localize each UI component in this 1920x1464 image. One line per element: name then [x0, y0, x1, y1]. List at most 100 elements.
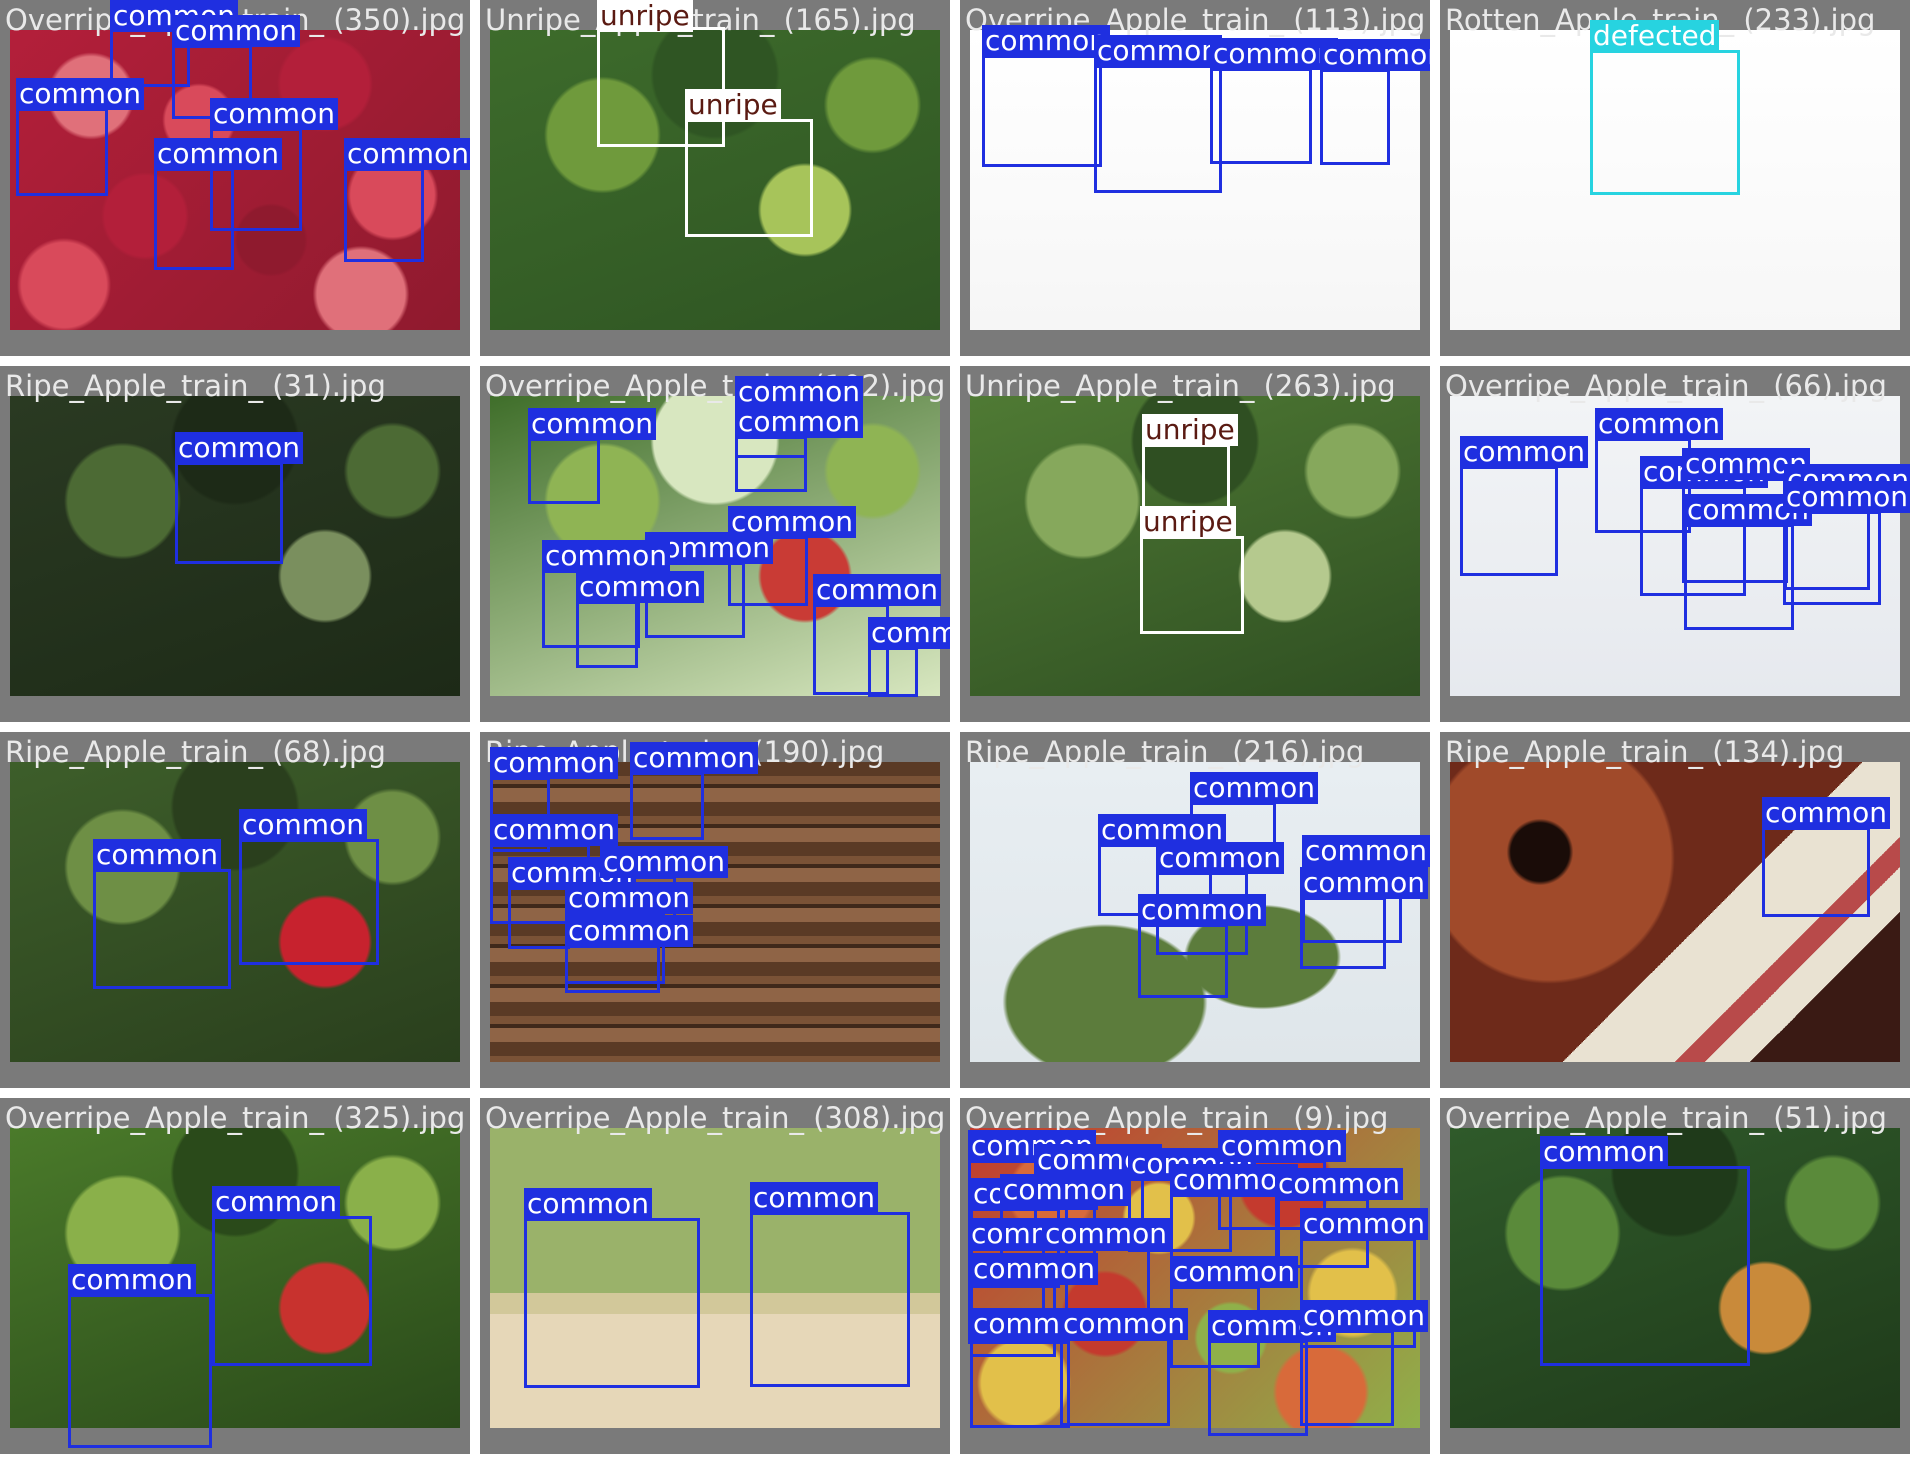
bounding-box [982, 55, 1102, 167]
detection-label: common [982, 25, 1110, 57]
image-filename: Overripe_Apple_train_ (308).jpg [485, 1101, 946, 1135]
bounding-box [16, 108, 108, 196]
detection-label: common [1460, 436, 1588, 468]
detection-label: unripe [1140, 506, 1236, 538]
detection-label: common [175, 432, 303, 464]
image-tile: Overripe_Apple_train_ (66).jpg common comm… [1440, 366, 1910, 722]
detection-label: common [735, 406, 863, 438]
detection-label: common [212, 1186, 340, 1218]
detection-label: unripe [685, 89, 781, 121]
image-tile: Overripe_Apple_train_ (350).jpgcommoncom… [0, 0, 470, 356]
image-filename: Overripe_Apple_train_ (102).jpg [485, 369, 946, 403]
bounding-box [524, 1218, 700, 1388]
detection-label: common [1060, 1308, 1188, 1340]
detection-label: common [868, 617, 950, 649]
bounding-box [528, 438, 600, 504]
detection-label: common [1170, 1256, 1298, 1288]
bounding-box [1094, 65, 1222, 193]
image-tile: Ripe_Apple_train_ (190).jpgcommoncommonc… [480, 732, 950, 1088]
photo [10, 762, 460, 1062]
detection-label: common [1320, 39, 1430, 71]
detection-label: common [1042, 1218, 1170, 1250]
bounding-box [1208, 1340, 1308, 1436]
bounding-box [1460, 466, 1558, 576]
detection-label: common [1094, 35, 1222, 67]
bounding-box [1762, 827, 1870, 917]
detection-label: common [68, 1264, 196, 1296]
image-tile: Unripe_Apple_train_ (263).jpg unripe unrip… [960, 366, 1430, 722]
detection-label: common [490, 814, 618, 846]
detection-label: common [1275, 1168, 1403, 1200]
image-tile: Overripe_Apple_train_ (102).jpg common com… [480, 366, 950, 722]
image-tile: Overripe_Apple_train_ (51).jpg common [1440, 1098, 1910, 1454]
bounding-box [1140, 536, 1244, 634]
detection-label: common [1190, 772, 1318, 804]
bounding-box [970, 1338, 1070, 1428]
detection-label: common [1300, 867, 1428, 899]
bounding-box [868, 647, 918, 697]
detection-label: common [1302, 835, 1430, 867]
bounding-box [1590, 50, 1740, 195]
bounding-box [154, 168, 234, 270]
bounding-box [750, 1212, 910, 1387]
detection-label: unripe [1142, 414, 1238, 446]
image-tile: Ripe_Apple_train_ (68).jpg common common [0, 732, 470, 1088]
detection-label: common [172, 15, 300, 47]
bounding-box [1060, 1338, 1170, 1426]
detection-label: common [600, 846, 728, 878]
image-tile: Overripe_Apple_train_ (9).jpg common commo… [960, 1098, 1430, 1454]
detection-label: common [528, 408, 656, 440]
detection-label: common [735, 376, 863, 408]
detection-label: common [542, 540, 670, 572]
bounding-box [239, 839, 379, 965]
image-filename: Ripe_Apple_train_ (134).jpg [1445, 735, 1845, 769]
image-filename: Ripe_Apple_train_ (216).jpg [965, 735, 1365, 769]
detection-label: common [93, 839, 221, 871]
detection-label: common [1156, 842, 1284, 874]
detection-label: common [565, 882, 693, 914]
detection-label: common [1783, 481, 1910, 513]
bounding-box [212, 1216, 372, 1366]
detection-label: common [813, 574, 941, 606]
bounding-box [565, 945, 660, 993]
image-tile: Ripe_Apple_train_ (216).jpg common common c… [960, 732, 1430, 1088]
detection-label: common [210, 98, 338, 130]
bounding-box [735, 436, 807, 492]
bounding-box [1540, 1166, 1750, 1366]
image-tile: Overripe_Apple_train_ (308).jpg common com… [480, 1098, 950, 1454]
bounding-box [576, 601, 638, 668]
detection-mosaic: Overripe_Apple_train_ (350).jpgcommoncom… [0, 0, 1920, 1464]
detection-label: common [524, 1188, 652, 1220]
bounding-box [93, 869, 231, 989]
bounding-box [344, 168, 424, 262]
image-tile: Ripe_Apple_train_ (134).jpg common [1440, 732, 1910, 1088]
bounding-box [1320, 69, 1390, 165]
bounding-box [1138, 924, 1228, 998]
image-tile: Overripe_Apple_train_ (325).jpg common com… [0, 1098, 470, 1454]
image-filename: Ripe_Apple_train_ (31).jpg [5, 369, 386, 403]
bounding-box [1684, 524, 1794, 630]
bounding-box [175, 462, 283, 564]
detection-label: common [239, 809, 367, 841]
image-filename: Unripe_Apple_train_ (263).jpg [965, 369, 1396, 403]
image-tile: Overripe_Apple_train_ (113).jpg common com… [960, 0, 1430, 356]
image-filename: Overripe_Apple_train_ (51).jpg [1445, 1101, 1887, 1135]
detection-label: common [1210, 38, 1338, 70]
detection-label: common [630, 742, 758, 774]
detection-label: common [344, 138, 470, 170]
detection-label: common [1300, 1208, 1428, 1240]
bounding-box [685, 119, 813, 237]
image-filename: Ripe_Apple_train_ (68).jpg [5, 735, 386, 769]
image-tile: Ripe_Apple_train_ (31).jpg common [0, 366, 470, 722]
image-tile: Rotten_Apple_train_ (233).jpgdefected [1440, 0, 1910, 356]
detection-label: common [1300, 1300, 1428, 1332]
detection-label: common [154, 138, 282, 170]
bounding-box [1300, 1330, 1394, 1426]
detection-label: common [1000, 1174, 1128, 1206]
bounding-box [68, 1294, 212, 1448]
image-filename: Overripe_Apple_train_ (66).jpg [1445, 369, 1887, 403]
detection-label: common [970, 1253, 1098, 1285]
detection-label: common [576, 571, 704, 603]
image-filename: Overripe_Apple_train_ (325).jpg [5, 1101, 466, 1135]
detection-label: common [750, 1182, 878, 1214]
